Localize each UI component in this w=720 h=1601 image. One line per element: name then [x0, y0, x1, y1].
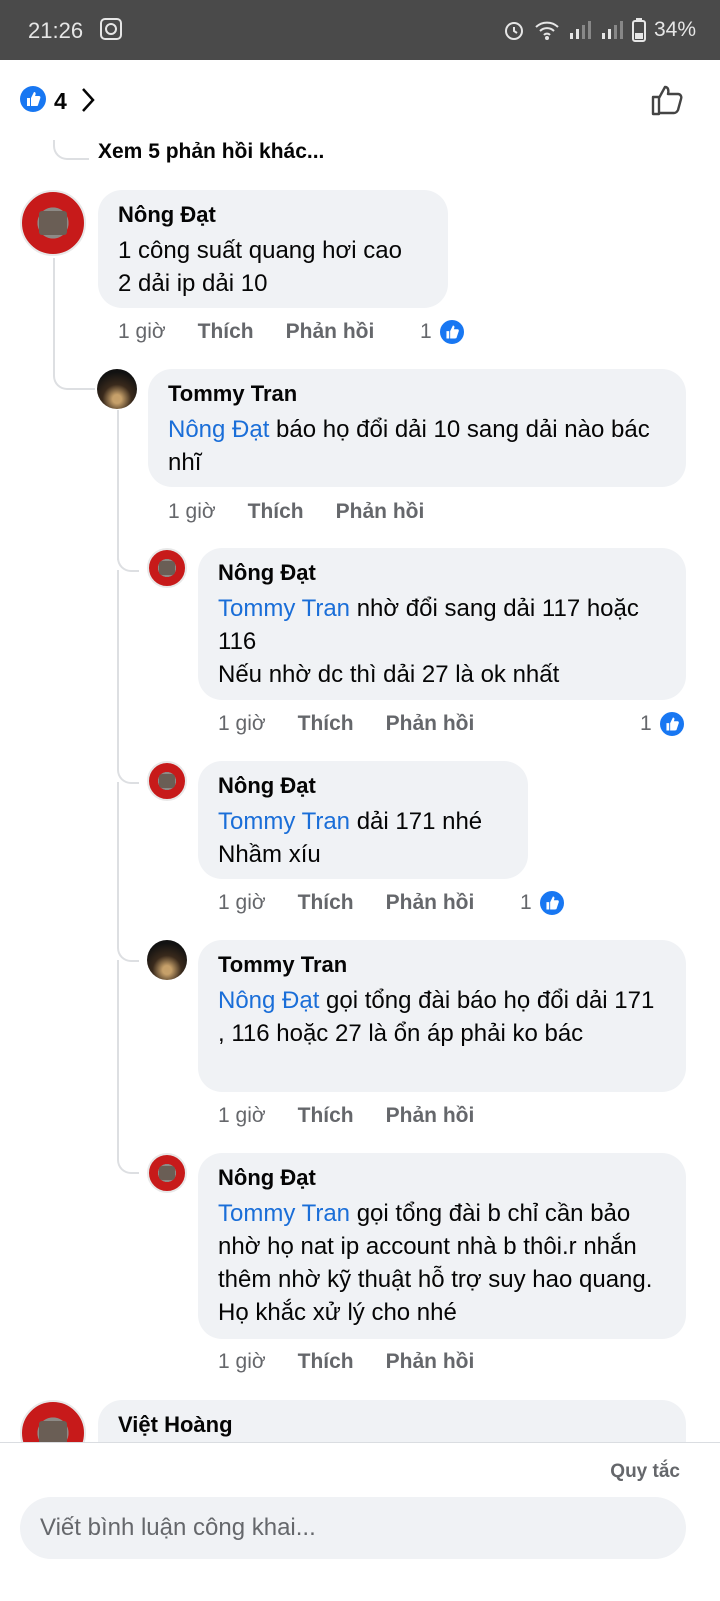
- comment-text: Nông Đạt báo họ đổi dải 10 sang dải nào …: [168, 413, 666, 479]
- comment-actions: 1 giờ Thích Phản hồi: [118, 320, 374, 344]
- reply-action[interactable]: Phản hồi: [386, 1350, 475, 1374]
- signal-icon: [569, 21, 591, 39]
- mention-link[interactable]: Nông Đạt: [218, 987, 319, 1014]
- rules-link[interactable]: Quy tắc: [610, 1461, 680, 1483]
- avatar[interactable]: [147, 1153, 187, 1193]
- comment-time: 1 giờ: [218, 1350, 266, 1373]
- thread-connector: [53, 368, 95, 390]
- comment-time: 1 giờ: [218, 891, 266, 914]
- reaction-number: 1: [420, 320, 432, 343]
- thread-connector: [53, 140, 89, 160]
- battery-percent: 34%: [653, 18, 696, 41]
- like-action[interactable]: Thích: [298, 891, 354, 915]
- like-icon: [537, 889, 566, 917]
- status-time: 21:26: [28, 18, 84, 43]
- comment-time: 1 giờ: [218, 712, 266, 735]
- comment-bubble: Nông Đạt Tommy Tran gọi tổng đài b chỉ c…: [198, 1153, 686, 1339]
- comment-actions: 1 giờ Thích Phản hồi: [218, 1350, 474, 1374]
- thread-line: [117, 782, 119, 942]
- comment-text: Tommy Tran nhờ đổi sang dải 117 hoặc 116…: [218, 592, 666, 691]
- comment-actions: 1 giờ Thích Phản hồi: [218, 1104, 474, 1128]
- like-action[interactable]: Thích: [198, 320, 254, 344]
- comment-bubble: Nông Đạt Tommy Tran nhờ đổi sang dải 117…: [198, 548, 686, 700]
- mention-link[interactable]: Tommy Tran: [218, 808, 350, 835]
- thread-line: [117, 570, 119, 770]
- avatar[interactable]: [147, 548, 187, 588]
- mention-link[interactable]: Nông Đạt: [168, 416, 269, 443]
- chevron-right-icon[interactable]: [78, 86, 98, 114]
- comment-author[interactable]: Nông Đạt: [218, 773, 508, 799]
- status-bar: 21:26 34%: [0, 0, 720, 60]
- comment-time: 1 giờ: [218, 1104, 266, 1127]
- reply-action[interactable]: Phản hồi: [386, 891, 475, 915]
- thread-line: [117, 410, 119, 560]
- comment-actions: 1 giờ Thích Phản hồi: [218, 712, 474, 736]
- like-icon: [657, 710, 686, 738]
- comment-bubble: Tommy Tran Nông Đạt báo họ đổi dải 10 sa…: [148, 369, 686, 487]
- like-action[interactable]: Thích: [298, 1104, 354, 1128]
- alarm-icon: [504, 22, 523, 40]
- comment-author[interactable]: Việt Hoàng: [118, 1412, 666, 1438]
- like-action[interactable]: Thích: [248, 500, 304, 524]
- comment-author[interactable]: Nông Đạt: [218, 560, 666, 586]
- like-action[interactable]: Thích: [298, 712, 354, 736]
- comment-text: Nông Đạt gọi tổng đài báo họ đổi dải 171…: [218, 984, 666, 1050]
- avatar[interactable]: [20, 190, 86, 256]
- reactions-header: 4: [0, 60, 720, 140]
- comment-time: 1 giờ: [168, 500, 216, 523]
- reaction-count[interactable]: 1: [520, 889, 566, 917]
- comment-input[interactable]: [20, 1497, 686, 1559]
- signal-icon: [601, 21, 623, 39]
- like-icon[interactable]: [20, 86, 46, 112]
- thumbs-up-outline-icon[interactable]: [650, 82, 686, 118]
- comment-composer-area: Quy tắc: [0, 1442, 720, 1601]
- battery-icon: [631, 18, 646, 42]
- status-icons: 34%: [502, 18, 696, 42]
- messenger-icon: [100, 18, 122, 40]
- comment-actions: 1 giờ Thích Phản hồi: [168, 500, 424, 524]
- avatar[interactable]: [97, 369, 137, 409]
- avatar[interactable]: [147, 940, 187, 980]
- like-action[interactable]: Thích: [298, 1350, 354, 1374]
- comment-input-container[interactable]: [20, 1497, 686, 1559]
- comment-bubble: Tommy Tran Nông Đạt gọi tổng đài báo họ …: [198, 940, 686, 1092]
- reaction-number: 1: [640, 712, 652, 735]
- mention-link[interactable]: Tommy Tran: [218, 595, 350, 622]
- comment-actions: 1 giờ Thích Phản hồi: [218, 891, 474, 915]
- view-more-replies-link[interactable]: Xem 5 phản hồi khác...: [98, 140, 324, 164]
- thread-line: [53, 258, 55, 370]
- reply-action[interactable]: Phản hồi: [336, 500, 425, 524]
- comment-time: 1 giờ: [118, 320, 166, 343]
- reaction-count[interactable]: 1: [640, 710, 686, 738]
- reaction-number: 1: [520, 891, 532, 914]
- avatar[interactable]: [147, 761, 187, 801]
- reply-action[interactable]: Phản hồi: [386, 712, 475, 736]
- comment-author[interactable]: Nông Đạt: [218, 1165, 666, 1191]
- thread-connector: [117, 550, 139, 572]
- thread-line: [117, 960, 119, 1154]
- comment-author[interactable]: Tommy Tran: [168, 381, 666, 407]
- thread-connector: [117, 940, 139, 962]
- comment-author[interactable]: Tommy Tran: [218, 952, 666, 978]
- comment-bubble: Nông Đạt 1 công suất quang hơi cao 2 dải…: [98, 190, 448, 308]
- comment-text: Tommy Tran gọi tổng đài b chỉ cần bảo nh…: [218, 1197, 666, 1329]
- comment-author[interactable]: Nông Đạt: [118, 202, 428, 228]
- comment-bubble: Nông Đạt Tommy Tran dải 171 nhé Nhầm xíu: [198, 761, 528, 879]
- comment-text: 1 công suất quang hơi cao 2 dải ip dải 1…: [118, 237, 402, 297]
- comment-text: Tommy Tran dải 171 nhé Nhầm xíu: [218, 805, 508, 871]
- mention-link[interactable]: Tommy Tran: [218, 1200, 350, 1227]
- like-icon: [437, 318, 466, 346]
- thread-connector: [117, 762, 139, 784]
- like-count[interactable]: 4: [54, 88, 67, 115]
- wifi-icon: [535, 21, 559, 40]
- thread-connector: [117, 1152, 139, 1174]
- reply-action[interactable]: Phản hồi: [386, 1104, 475, 1128]
- reaction-count[interactable]: 1: [420, 318, 466, 346]
- reply-action[interactable]: Phản hồi: [286, 320, 375, 344]
